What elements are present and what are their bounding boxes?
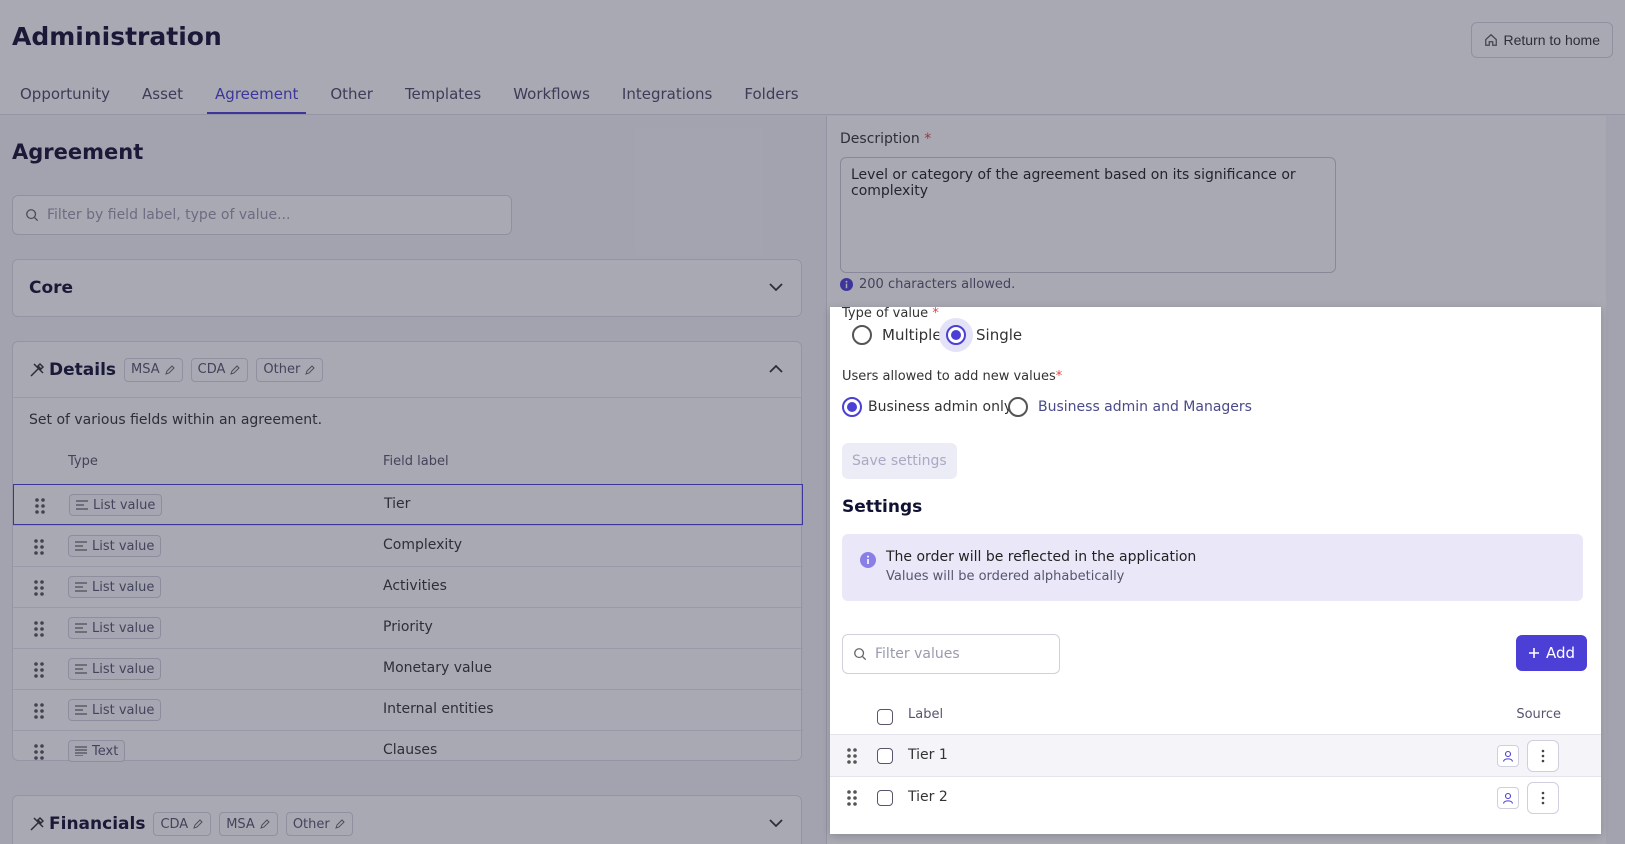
user-icon [1497,745,1519,767]
settings-title: Settings [842,497,923,517]
radio-business-admin-managers[interactable] [1008,397,1028,417]
add-value-button[interactable]: Add [1515,635,1587,671]
save-settings-button[interactable]: Save settings [842,443,957,479]
info-subtitle: Values will be ordered alphabetically [886,569,1125,584]
row-checkbox[interactable] [877,748,893,764]
column-source: Source [1516,707,1561,722]
column-label: Label [908,707,944,722]
plus-icon [1528,648,1539,658]
search-icon [854,648,867,661]
radio-single[interactable] [946,325,966,345]
info-title: The order will be reflected in the appli… [886,549,1197,565]
type-option-multiple[interactable]: Multiple [852,325,942,345]
value-row[interactable]: Tier 1 [830,734,1601,776]
more-options-icon[interactable] [1527,740,1559,772]
type-of-value-label: Type of value * [842,307,939,321]
drag-handle-icon[interactable] [846,789,858,807]
type-option-single[interactable]: Single [946,325,1022,345]
users-allowed-label: Users allowed to add new values* [842,369,1063,384]
radio-multiple[interactable] [852,325,872,345]
drag-handle-icon[interactable] [846,747,858,765]
select-all-checkbox[interactable] [877,709,893,725]
order-info-banner: The order will be reflected in the appli… [842,534,1583,601]
value-label: Tier 2 [908,789,948,805]
more-options-icon[interactable] [1527,782,1559,814]
user-icon [1497,787,1519,809]
values-filter-input[interactable] [875,646,1045,662]
users-option-admin-managers[interactable]: Business admin and Managers [1008,397,1252,417]
info-icon [860,552,876,568]
users-option-admin-only[interactable]: Business admin only [842,397,1012,417]
value-row[interactable]: Tier 2 [830,776,1601,818]
radio-business-admin-only[interactable] [842,397,862,417]
value-label: Tier 1 [908,747,948,763]
value-settings-popup: Type of value * Multiple Single Users al… [830,307,1601,834]
values-filter[interactable] [842,634,1060,674]
row-checkbox[interactable] [877,790,893,806]
